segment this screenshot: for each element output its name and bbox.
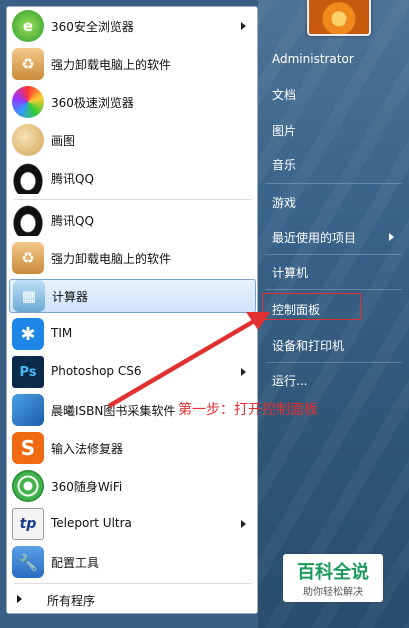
watermark-title: 百科全说 bbox=[297, 562, 369, 583]
annotation-arrow bbox=[108, 312, 270, 408]
watermark-logo: 百科全说 助你轻松解决 bbox=[283, 554, 383, 602]
annotation-arrow-shaft bbox=[108, 318, 257, 408]
annotation-text: 第一步：打开控制面板 bbox=[178, 402, 318, 418]
annotation-arrow-head bbox=[246, 312, 270, 330]
watermark-subtitle: 助你轻松解决 bbox=[303, 587, 363, 598]
